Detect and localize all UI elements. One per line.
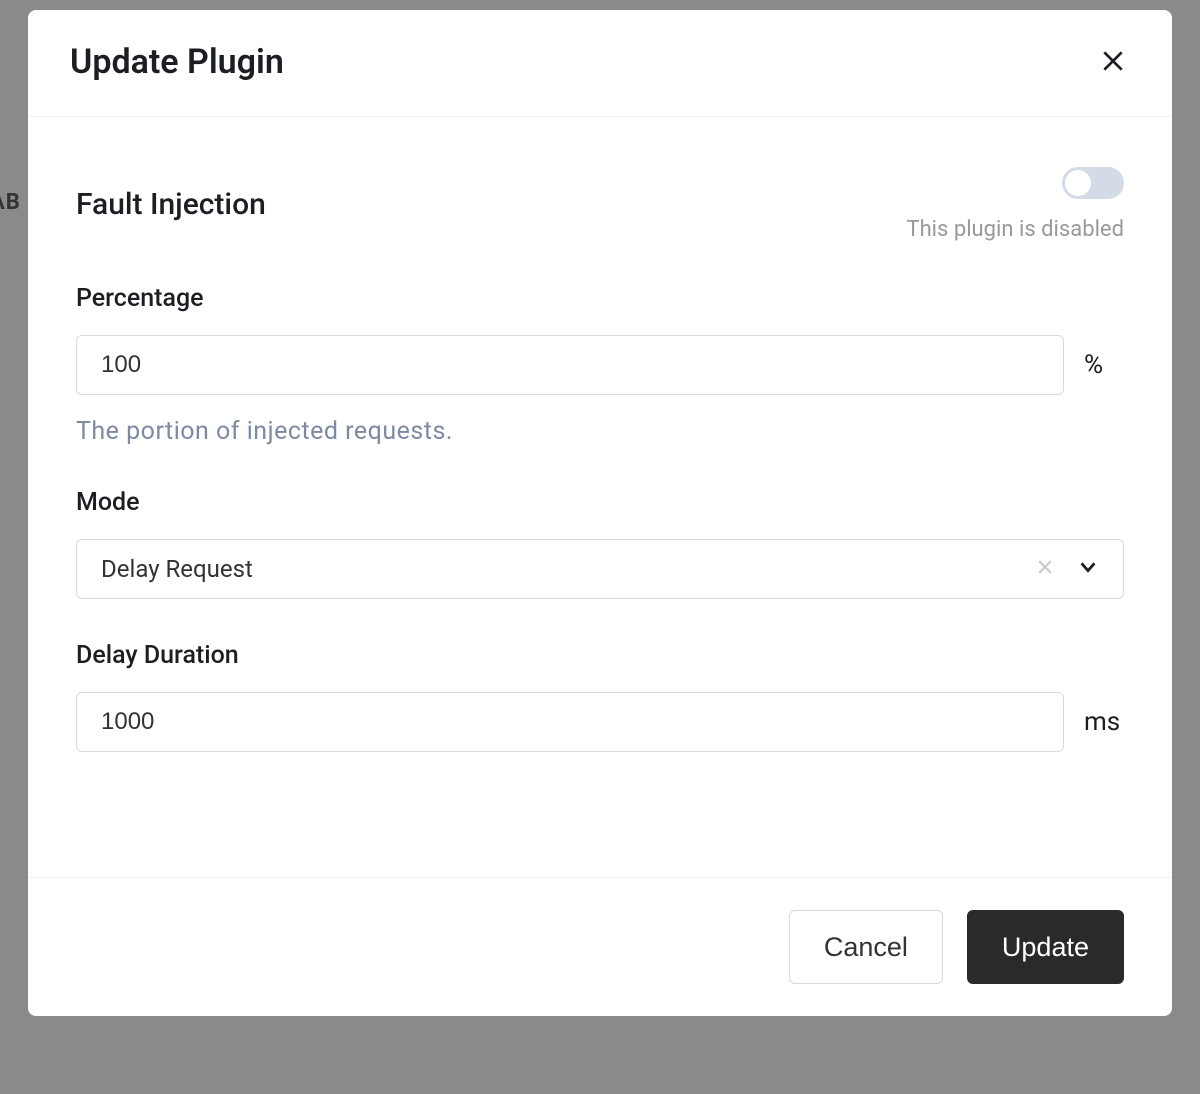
cancel-button[interactable]: Cancel [789, 910, 943, 984]
enable-toggle[interactable] [1062, 167, 1124, 199]
clear-icon[interactable] [1035, 557, 1055, 581]
modal-title: Update Plugin [70, 42, 284, 82]
delay-duration-group: Delay Duration ms [76, 641, 1124, 752]
mode-select-value: Delay Request [101, 555, 1035, 583]
delay-duration-unit: ms [1084, 707, 1124, 737]
percentage-input[interactable] [76, 335, 1064, 395]
percentage-unit: % [1084, 350, 1124, 380]
plugin-status-hint: This plugin is disabled [906, 217, 1124, 242]
mode-label: Mode [76, 488, 1124, 517]
toggle-wrap: This plugin is disabled [906, 167, 1124, 242]
delay-duration-input[interactable] [76, 692, 1064, 752]
modal-header: Update Plugin [28, 10, 1172, 117]
percentage-input-row: % [76, 335, 1124, 395]
delay-duration-input-row: ms [76, 692, 1124, 752]
mode-select[interactable]: Delay Request [76, 539, 1124, 599]
section-title: Fault Injection [76, 187, 266, 222]
chevron-down-icon [1077, 556, 1099, 582]
percentage-group: Percentage % The portion of injected req… [76, 284, 1124, 446]
select-icons [1035, 556, 1099, 582]
update-plugin-modal: Update Plugin Fault Injection This plugi… [28, 10, 1172, 1016]
delay-duration-label: Delay Duration [76, 641, 1124, 670]
update-button[interactable]: Update [967, 910, 1124, 984]
background-partial-text: AB [0, 190, 21, 215]
percentage-help-text: The portion of injected requests. [76, 417, 1124, 446]
section-header-row: Fault Injection This plugin is disabled [76, 167, 1124, 242]
toggle-knob [1065, 170, 1091, 196]
percentage-label: Percentage [76, 284, 1124, 313]
modal-footer: Cancel Update [28, 877, 1172, 1016]
mode-group: Mode Delay Request [76, 488, 1124, 599]
modal-body: Fault Injection This plugin is disabled … [28, 117, 1172, 877]
close-icon [1100, 48, 1126, 77]
close-button[interactable] [1096, 44, 1130, 81]
